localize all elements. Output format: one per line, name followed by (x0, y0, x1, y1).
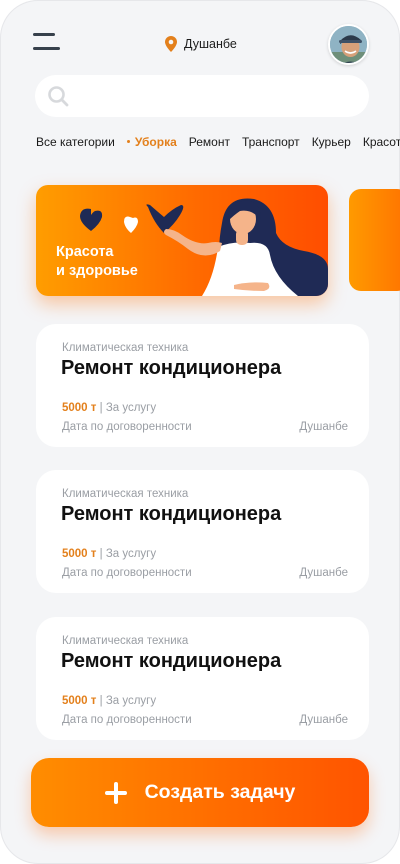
task-price-note: За услугу (105, 548, 157, 560)
task-price: 5000 т (62, 695, 97, 707)
app-screen: Душанбе Все категории Уборка Ремонт Транспо… (0, 0, 400, 864)
task-city: Душанбе (299, 421, 348, 433)
menu-icon-bar-top (33, 33, 55, 36)
category-beauty[interactable]: Красота (363, 135, 400, 149)
location-selector[interactable]: Душанбе (165, 36, 237, 52)
banner-title-line1: Красота (56, 244, 114, 260)
search-icon (48, 86, 69, 107)
task-price-line: 5000 т | За услугу (62, 548, 157, 560)
next-banner[interactable] (349, 189, 400, 291)
avatar[interactable] (328, 24, 369, 65)
task-price-line: 5000 т | За услугу (62, 402, 157, 414)
task-category: Климатическая техника (62, 488, 189, 500)
active-dot (126, 140, 130, 144)
category-tabs: Все категории Уборка Ремонт Транспорт Курьер… (36, 135, 400, 153)
task-title: Ремонт кондиционера (61, 650, 282, 672)
category-cleaning[interactable]: Уборка (126, 135, 177, 149)
category-cleaning-label: Уборка (134, 135, 177, 149)
task-title: Ремонт кондиционера (61, 357, 282, 379)
task-price: 5000 т (62, 548, 97, 560)
task-price-note: За услугу (105, 695, 157, 707)
category-courier[interactable]: Курьер (312, 135, 351, 149)
search-bar[interactable] (35, 75, 369, 117)
task-city: Душанбе (299, 567, 348, 579)
menu-icon[interactable] (33, 33, 61, 53)
task-price-note: За услугу (105, 402, 157, 414)
plus-icon (104, 781, 127, 804)
promo-banner[interactable]: Красота и здоровье (36, 185, 328, 296)
category-transport[interactable]: Транспорт (242, 135, 300, 149)
task-card[interactable]: Климатическая техника Ремонт кондиционер… (36, 617, 369, 740)
task-date: Дата по договоренности (62, 421, 192, 433)
create-task-label: Создать задачу (144, 781, 296, 803)
task-title: Ремонт кондиционера (61, 503, 282, 525)
search-input[interactable] (79, 88, 349, 104)
task-date: Дата по договоренности (62, 714, 192, 726)
menu-icon-bar-bottom (33, 47, 60, 50)
task-card[interactable]: Климатическая техника Ремонт кондиционер… (36, 470, 369, 593)
category-all[interactable]: Все категории (36, 135, 115, 149)
category-repair[interactable]: Ремонт (189, 135, 230, 149)
banner-title: Красота и здоровье (56, 243, 138, 281)
task-category: Климатическая техника (62, 635, 189, 647)
task-category: Климатическая техника (62, 342, 189, 354)
task-price-line: 5000 т | За услугу (62, 695, 157, 707)
create-task-button[interactable]: Создать задачу (31, 758, 369, 827)
avatar-photo (330, 26, 367, 63)
banner-title-line2: и здоровье (56, 263, 138, 279)
task-card[interactable]: Климатическая техника Ремонт кондиционер… (36, 324, 369, 447)
task-city: Душанбе (299, 714, 348, 726)
location-pin-icon (165, 36, 177, 52)
task-date: Дата по договоренности (62, 567, 192, 579)
task-price: 5000 т (62, 402, 97, 414)
location-city: Душанбе (184, 37, 237, 51)
